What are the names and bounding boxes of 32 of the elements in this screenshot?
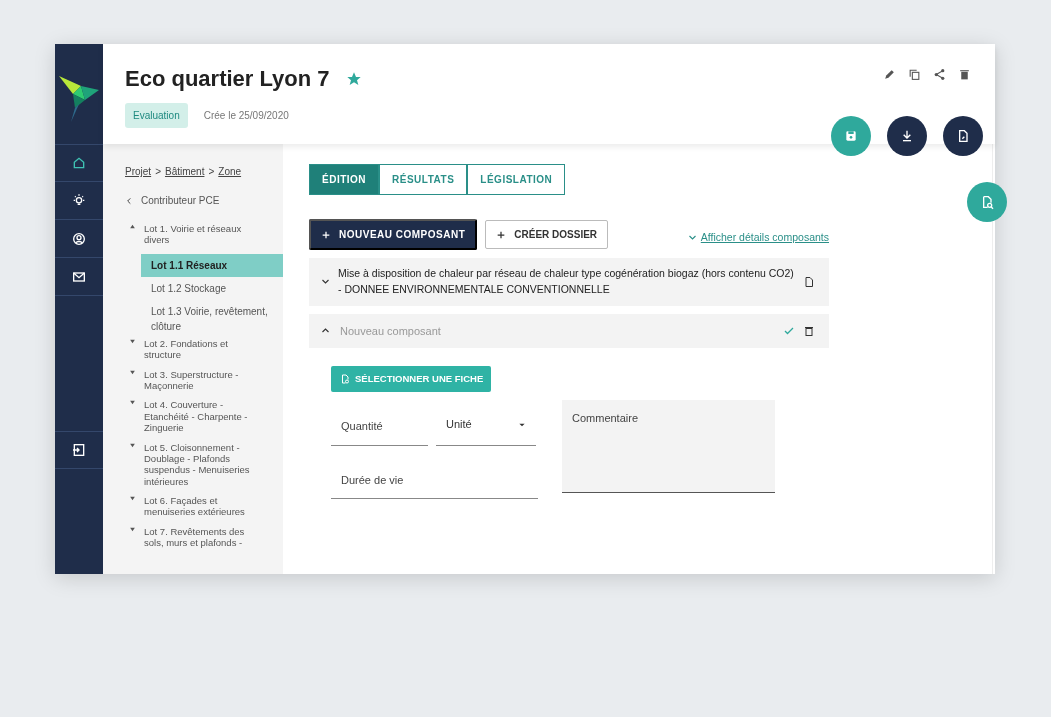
breadcrumb-separator: > xyxy=(155,165,161,179)
create-folder-button[interactable]: CRÉER DOSSIER xyxy=(485,220,609,249)
tree-leaf[interactable]: Lot 1.2 Stockage xyxy=(141,276,283,300)
tree-item[interactable]: Lot 3. Superstructure - Maçonnerie xyxy=(144,368,265,392)
created-date: Crée le 25/09/2020 xyxy=(203,109,289,123)
component-name-field[interactable]: Nouveau composant xyxy=(338,321,775,340)
show-details-link[interactable]: Afficher détails composants xyxy=(687,229,829,246)
back-link[interactable]: Contributeur PCE xyxy=(141,195,220,207)
tree-item[interactable]: Lot 6. Façades et menuiseries extérieures xyxy=(144,495,265,518)
tree-leaf[interactable]: Lot 1.3 Voirie, revêtement, clôture xyxy=(141,299,283,338)
tab[interactable]: ÉDITION xyxy=(309,164,380,195)
tree-item[interactable]: Lot 7. Revêtements des sols, murs et plafonds - xyxy=(144,525,265,549)
tree-leaf[interactable]: Lot 1.1 Réseaux xyxy=(141,253,283,277)
quantity-field[interactable]: Quantité xyxy=(331,408,428,446)
status-badge: Evaluation xyxy=(125,103,188,128)
breadcrumb-link[interactable]: Zone xyxy=(218,164,242,179)
breadcrumb-link[interactable]: Bâtiment xyxy=(164,164,205,179)
tree-item[interactable]: Lot 1. Voirie et réseaux divers xyxy=(144,223,265,246)
breadcrumb-separator: > xyxy=(208,165,215,179)
tree-item[interactable]: Lot 4. Couverture - Etanchéité - Charpente - Zinguerie xyxy=(144,399,265,434)
tab[interactable]: RÉSULTATS xyxy=(379,164,468,195)
tree-item[interactable]: Lot 5. Cloisonnement - Doublage - Plafonds suspendus - Menuiseries intérieures xyxy=(144,441,265,488)
new-component-button[interactable]: NOUVEAU COMPOSANT xyxy=(309,219,478,250)
comment-field[interactable]: Commentaire xyxy=(562,400,775,494)
component-name-input-row[interactable]: Nouveau composant xyxy=(309,313,829,348)
lifetime-field[interactable]: Durée de vie xyxy=(331,461,538,500)
project-title: Eco quartier Lyon 7 xyxy=(125,65,330,93)
unit-select[interactable]: Unité xyxy=(436,408,536,446)
tab[interactable]: LÉGISLATION xyxy=(467,164,566,195)
breadcrumb-link[interactable]: Projet xyxy=(125,164,152,179)
component-name: Mise à disposition de chaleur par réseau de chaleur type cogénération biogaz (hors contenu CO2) - DONNEE ENVIRONNEMENTALE CONVENTIONNELLE xyxy=(338,266,795,297)
tree-item[interactable]: Lot 2. Fondations et structure xyxy=(144,337,265,361)
